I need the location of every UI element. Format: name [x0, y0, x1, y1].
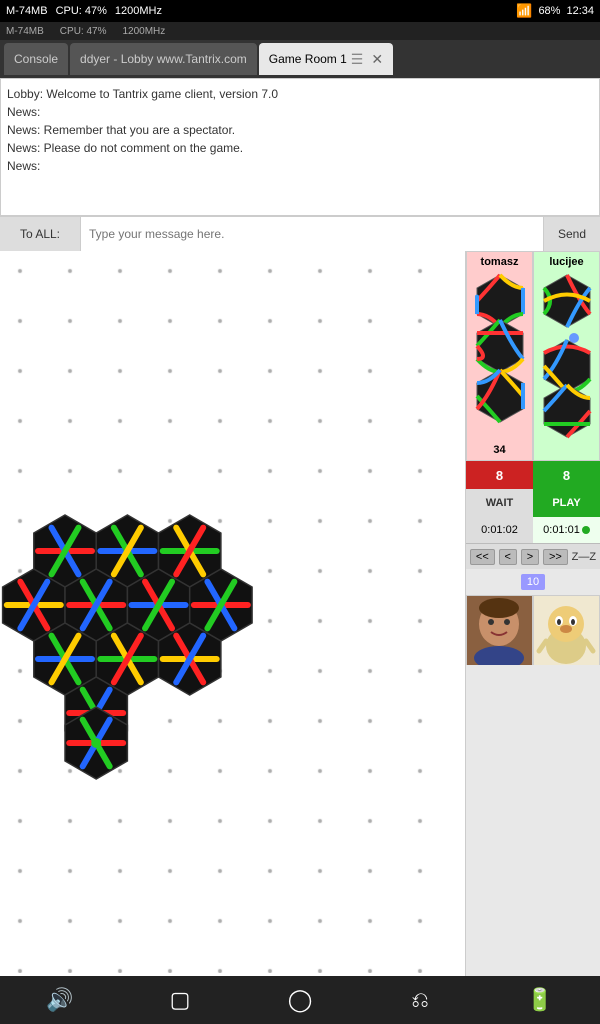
- tab-close-icon[interactable]: ✕: [371, 51, 383, 68]
- board-area: [0, 251, 465, 976]
- chat-message-1: Lobby: Welcome to Tantrix game client, v…: [7, 85, 593, 103]
- chat-message-3: News: Remember that you are a spectator.: [7, 121, 593, 139]
- player-tiles-lucijee: [539, 270, 595, 456]
- bottom-nav: 🔊 ▢ ◯ ⎌ 🔋: [0, 976, 600, 1024]
- player-tiles-tomasz: [472, 270, 528, 442]
- message-bar: To ALL: Send: [0, 216, 600, 251]
- score-lucijee: 8: [533, 461, 600, 489]
- tomasz-tiles-svg: [472, 270, 528, 430]
- timer-lucijee-value: 0:01:01: [543, 524, 580, 536]
- timer-tomasz: 0:01:02: [466, 517, 533, 543]
- nav-first-button[interactable]: <<: [470, 549, 495, 565]
- tab-bar: Console ddyer - Lobby www.Tantrix.com Ga…: [0, 40, 600, 78]
- controls-row: << < > >> Z—Z: [466, 543, 600, 569]
- status-lucijee: PLAY: [533, 489, 600, 517]
- timer-section: 0:01:02 0:01:01: [466, 517, 600, 543]
- nav-last-button[interactable]: >>: [543, 549, 568, 565]
- chat-message-2: News:: [7, 103, 593, 121]
- player-score-tomasz: 34: [493, 444, 505, 456]
- sysinfo-memory: M-74MB: [6, 26, 44, 37]
- browser-area: Lobby: Welcome to Tantrix game client, v…: [0, 78, 600, 976]
- battery-level: 68%: [538, 5, 560, 17]
- back-button[interactable]: ⎌: [390, 980, 450, 1020]
- status-bar: M-74MB CPU: 47% 1200MHz 📶 68% 12:34: [0, 0, 600, 22]
- player-panel-tomasz: tomasz: [466, 251, 533, 461]
- timer-active-dot: [582, 526, 590, 534]
- lucijee-tiles-svg: [539, 270, 595, 440]
- tomasz-avatar-svg: [467, 596, 532, 665]
- player-name-tomasz: tomasz: [481, 256, 519, 268]
- tab-lobby-label: ddyer - Lobby www.Tantrix.com: [80, 52, 247, 66]
- board-svg: [0, 251, 465, 976]
- timer-tomasz-value: 0:01:02: [481, 524, 518, 536]
- time-display: 12:34: [566, 5, 594, 17]
- send-button[interactable]: Send: [544, 217, 600, 251]
- wifi-icon: 📶: [516, 3, 532, 19]
- status-right: 📶 68% 12:34: [516, 3, 594, 19]
- status-left: M-74MB CPU: 47% 1200MHz: [6, 5, 162, 17]
- home-button[interactable]: ◯: [270, 980, 330, 1020]
- sysinfo-freq: 1200MHz: [122, 26, 165, 37]
- timer-lucijee: 0:01:01: [533, 517, 600, 543]
- right-panel: tomasz: [465, 251, 600, 976]
- cpu-indicator: CPU: 47%: [56, 5, 107, 17]
- volume-up-button[interactable]: 🔋: [510, 980, 570, 1020]
- move-counter-row: 10: [466, 569, 600, 595]
- tab-gameroom[interactable]: Game Room 1 ☰ ✕: [259, 43, 393, 75]
- tab-menu-icon[interactable]: ☰: [351, 51, 364, 68]
- undo-indicator: Z—Z: [572, 551, 596, 563]
- players-row: tomasz: [466, 251, 600, 461]
- status-section: WAIT PLAY: [466, 489, 600, 517]
- nav-prev-button[interactable]: <: [499, 549, 517, 565]
- recent-apps-button[interactable]: ▢: [150, 980, 210, 1020]
- status-tomasz: WAIT: [466, 489, 533, 517]
- score-section: 8 8: [466, 461, 600, 489]
- avatar-tomasz: [466, 596, 533, 665]
- message-input[interactable]: [80, 217, 544, 251]
- move-counter: 10: [521, 574, 545, 590]
- chat-area: Lobby: Welcome to Tantrix game client, v…: [0, 78, 600, 216]
- sysinfo-cpu: CPU: 47%: [60, 26, 107, 37]
- tab-console-label: Console: [14, 52, 58, 66]
- freq-indicator: 1200MHz: [115, 5, 162, 17]
- tab-gameroom-label: Game Room 1: [269, 52, 347, 66]
- tab-console[interactable]: Console: [4, 43, 68, 75]
- player-name-lucijee: lucijee: [549, 256, 583, 268]
- nav-next-button[interactable]: >: [521, 549, 539, 565]
- sysinfo-bar: M-74MB CPU: 47% 1200MHz: [0, 22, 600, 40]
- game-area: tomasz: [0, 251, 600, 976]
- volume-down-button[interactable]: 🔊: [30, 980, 90, 1020]
- tab-lobby[interactable]: ddyer - Lobby www.Tantrix.com: [70, 43, 257, 75]
- score-tomasz: 8: [466, 461, 533, 489]
- chat-message-5: News:: [7, 157, 593, 175]
- chat-message-4: News: Please do not comment on the game.: [7, 139, 593, 157]
- avatar-lucijee: [533, 596, 600, 665]
- lucijee-avatar-svg: [534, 596, 599, 665]
- player-panel-lucijee: lucijee: [533, 251, 600, 461]
- memory-indicator: M-74MB: [6, 5, 48, 17]
- avatar-section: [466, 595, 600, 665]
- message-to-label: To ALL:: [0, 217, 80, 251]
